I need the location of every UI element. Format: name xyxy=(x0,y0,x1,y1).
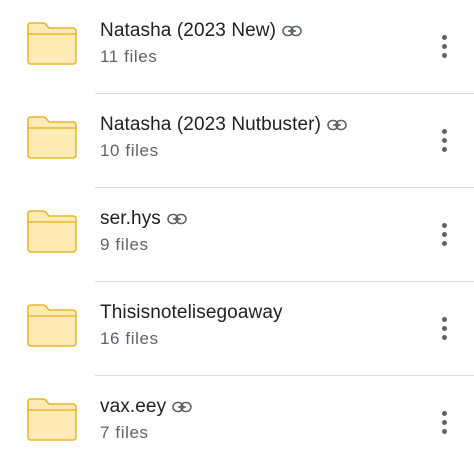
link-icon xyxy=(327,119,347,131)
file-count: 11 files xyxy=(100,47,158,66)
folder-icon xyxy=(26,20,78,66)
file-count: 10 files xyxy=(100,141,159,160)
folder-icon xyxy=(26,114,78,160)
folder-icon xyxy=(26,302,78,348)
folder-row[interactable]: Natasha (2023 New) 11 files xyxy=(0,0,474,94)
more-vert-icon[interactable] xyxy=(430,402,458,442)
folder-icon xyxy=(26,396,78,442)
folder-icon xyxy=(26,208,78,254)
file-count: 9 files xyxy=(100,235,149,254)
folder-row[interactable]: ser.hys 9 files xyxy=(0,188,474,282)
more-vert-icon[interactable] xyxy=(430,120,458,160)
folder-name: ser.hys xyxy=(100,208,161,229)
folder-name: Natasha (2023 Nutbuster) xyxy=(100,114,322,135)
more-vert-icon[interactable] xyxy=(430,26,458,66)
link-icon xyxy=(172,401,192,413)
file-count: 7 files xyxy=(100,423,149,442)
folder-name: Natasha (2023 New) xyxy=(100,20,277,41)
folder-row[interactable]: vax.eey 7 files xyxy=(0,376,474,470)
folder-row[interactable]: Thisisnotelisegoaway 16 files xyxy=(0,282,474,376)
link-icon xyxy=(282,25,302,37)
more-vert-icon[interactable] xyxy=(430,214,458,254)
file-count: 16 files xyxy=(100,329,159,348)
folder-name: vax.eey xyxy=(100,396,167,417)
folder-list: Natasha (2023 New) 11 files Natasha (202… xyxy=(0,0,474,470)
link-icon xyxy=(167,213,187,225)
folder-row[interactable]: Natasha (2023 Nutbuster) 10 files xyxy=(0,94,474,188)
folder-name: Thisisnotelisegoaway xyxy=(100,302,283,323)
more-vert-icon[interactable] xyxy=(430,308,458,348)
